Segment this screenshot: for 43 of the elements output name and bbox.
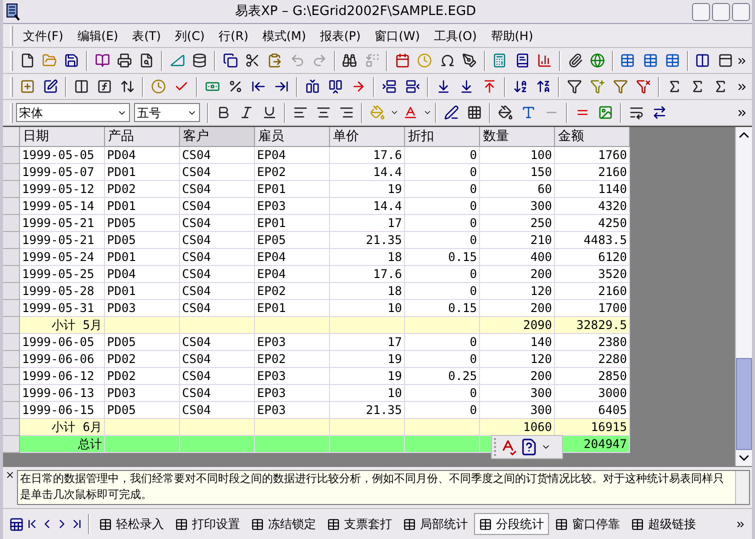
maximize-button[interactable] [712,2,730,20]
sheet-tab[interactable]: 超级链接 [626,513,701,535]
column-header[interactable]: 客户 [180,127,255,147]
sheet-tab[interactable]: 分段统计 [474,513,549,535]
menu-item[interactable]: 表(T) [125,26,168,46]
table-icon [479,518,492,530]
help-icon[interactable] [520,438,538,456]
sheet-icon[interactable] [9,516,24,532]
table-icon [99,518,112,530]
close-icon[interactable] [5,470,15,480]
menu-item[interactable]: 行(R) [212,26,256,46]
sheet-tab[interactable]: 局部统计 [398,513,473,535]
vertical-scrollbar[interactable] [735,127,752,466]
table-icon [631,518,644,530]
minimize-button[interactable] [692,2,710,20]
close-button[interactable] [732,2,750,20]
table-icon [251,518,264,530]
table-icon [175,518,188,530]
app-icon [5,2,21,20]
more-icon[interactable] [735,518,746,530]
size-select[interactable]: 五号 [134,103,200,122]
note-text: 在日常的数据管理中，我们经常要对不同时段之间的数据进行比较分析，例如不同月份、不同季度之间的订货情况比较。对于这种统计易表同样只是单击几次鼠标即可完成。 [19,471,725,503]
sheet-tab[interactable]: 窗口停靠 [550,513,625,535]
font-select[interactable]: 宋体 [16,103,130,122]
menu-item[interactable]: 报表(P) [313,26,368,46]
table-icon [555,518,568,530]
menu-item[interactable]: 列(C) [168,26,212,46]
menu-item[interactable]: 文件(F) [16,26,70,46]
sheet-tab[interactable]: 轻松录入 [94,513,169,535]
sheet-tab[interactable]: 支票套打 [322,513,397,535]
menu-item[interactable]: 帮助(H) [484,26,540,46]
scroll-thumb[interactable] [736,358,752,450]
table-icon [327,518,340,530]
menu-item[interactable]: 编辑(E) [70,26,126,46]
table-icon [403,518,416,530]
window-title: 易表XP – G:\EGrid2002F\SAMPLE.EGD [234,2,476,21]
sheet-tab[interactable]: 打印设置 [170,513,245,535]
menu-item[interactable]: 工具(O) [426,26,484,46]
note-scrollbar[interactable] [735,471,749,504]
table-cell: 总计 [20,436,105,453]
sheet-tab[interactable]: 冻结锁定 [246,513,321,535]
menu-item[interactable]: 窗口(W) [368,26,427,46]
menu-item[interactable]: 模式(M) [255,26,314,46]
